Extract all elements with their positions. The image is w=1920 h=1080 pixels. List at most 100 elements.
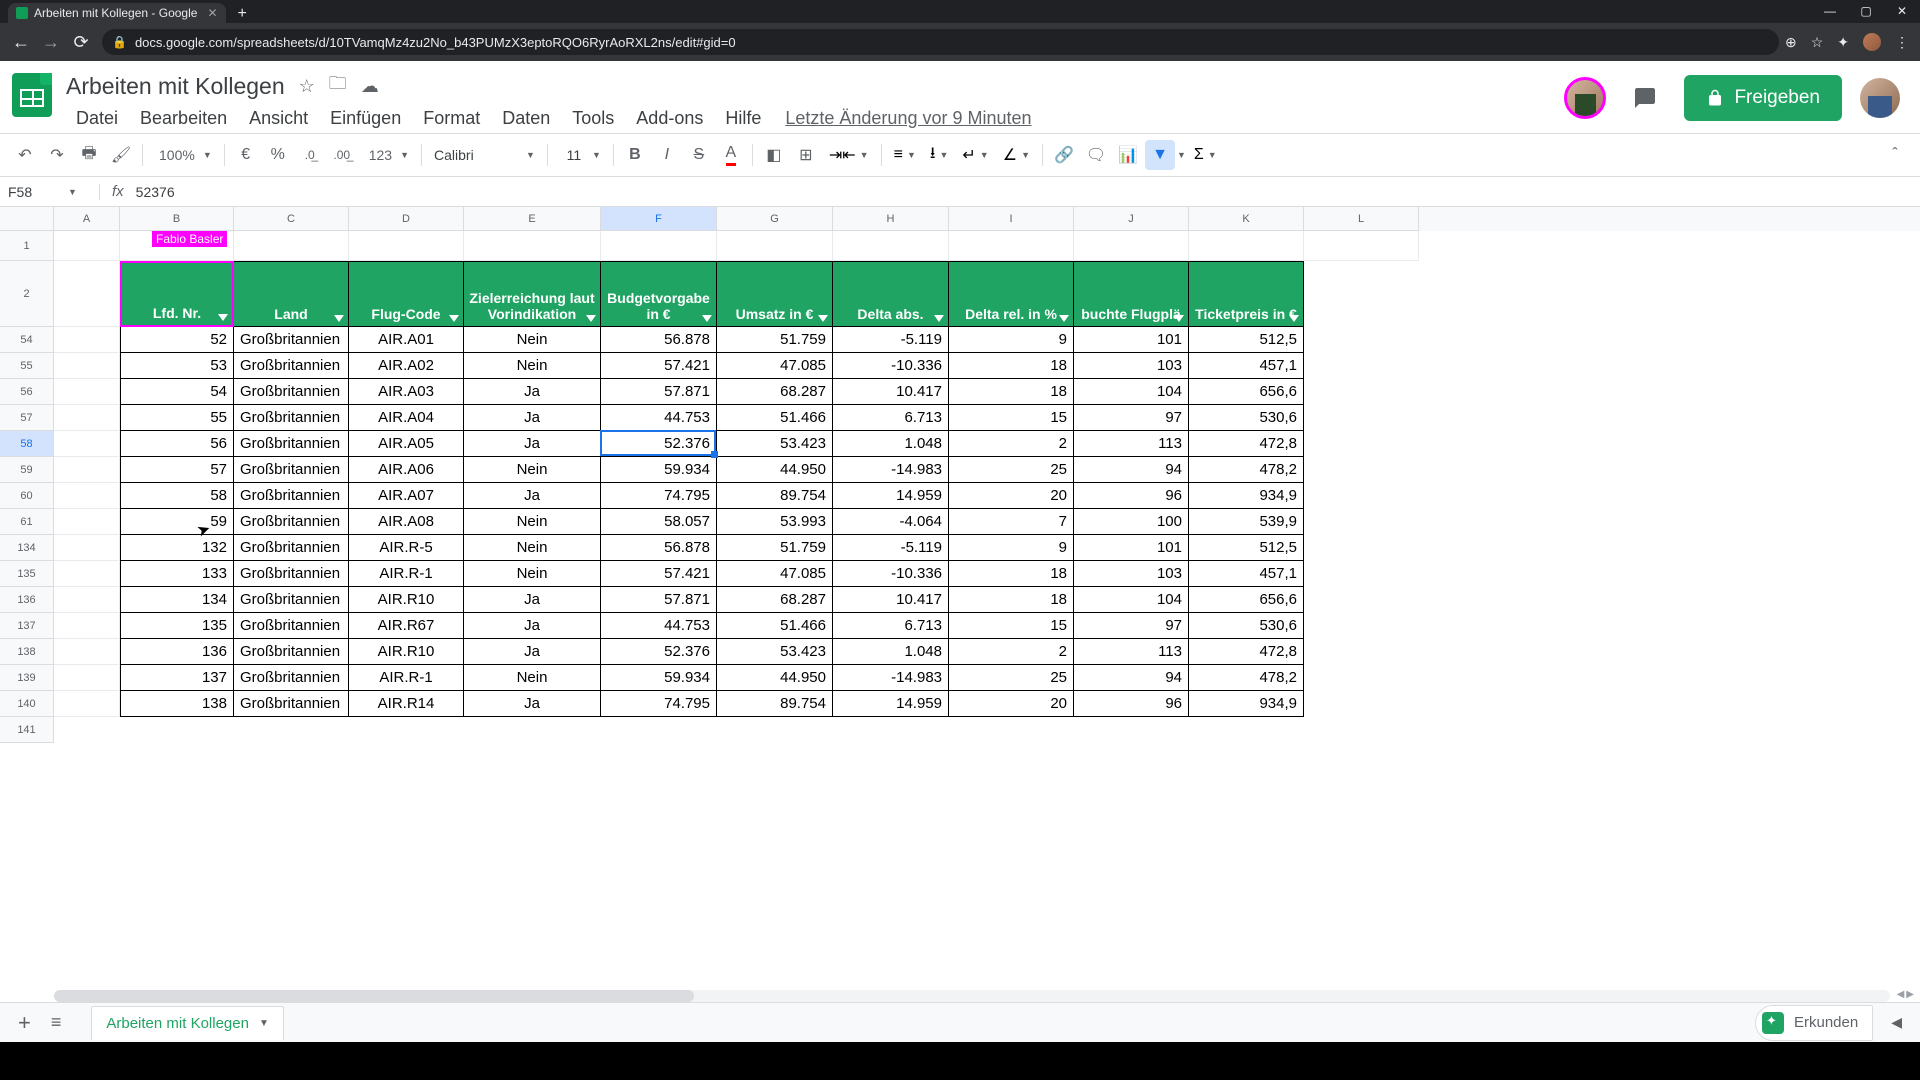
forward-button[interactable]: → xyxy=(36,32,66,53)
increase-decimal-button[interactable]: .00̲ xyxy=(327,140,357,170)
data-cell[interactable]: 89.754 xyxy=(717,691,833,717)
name-box[interactable]: ▼ xyxy=(0,184,100,200)
scroll-left-icon[interactable]: ◀ xyxy=(1897,989,1905,1000)
cell[interactable] xyxy=(54,431,120,457)
data-cell[interactable]: Ja xyxy=(464,613,601,639)
data-cell[interactable]: 656,6 xyxy=(1189,379,1304,405)
row-header-58[interactable]: 58 xyxy=(0,431,54,457)
col-header-B[interactable]: B xyxy=(120,207,234,231)
cell[interactable] xyxy=(54,353,120,379)
profile-avatar[interactable] xyxy=(1863,33,1881,51)
data-cell[interactable]: 132 xyxy=(120,535,234,561)
browser-tab[interactable]: Arbeiten mit Kollegen - Google ✕ xyxy=(8,3,226,23)
explore-button[interactable]: Erkunden xyxy=(1755,1005,1873,1041)
rotate-dropdown[interactable]: ∠▼ xyxy=(997,145,1036,165)
data-cell[interactable]: 18 xyxy=(949,587,1074,613)
data-cell[interactable]: 58.057 xyxy=(601,509,717,535)
cell[interactable] xyxy=(54,561,120,587)
cell[interactable] xyxy=(1304,231,1419,261)
undo-button[interactable]: ↶ xyxy=(10,140,40,170)
borders-button[interactable]: ⊞ xyxy=(791,140,821,170)
select-all-corner[interactable] xyxy=(0,207,54,231)
filter-icon[interactable] xyxy=(449,315,459,322)
spreadsheet-grid[interactable]: Fabio Basler ABCDEFGHIJKL 12545556575859… xyxy=(0,207,1920,897)
scroll-right-icon[interactable]: ▶ xyxy=(1906,989,1914,1000)
data-cell[interactable]: 57 xyxy=(120,457,234,483)
data-cell[interactable]: 54 xyxy=(120,379,234,405)
data-cell[interactable]: Großbritannien xyxy=(234,483,349,509)
chart-button[interactable]: 📊 xyxy=(1113,140,1143,170)
filter-icon[interactable] xyxy=(586,315,596,322)
data-cell[interactable]: 25 xyxy=(949,665,1074,691)
currency-button[interactable]: € xyxy=(231,140,261,170)
cell[interactable] xyxy=(54,261,120,327)
filter-icon[interactable] xyxy=(334,315,344,322)
wrap-dropdown[interactable]: ↵▼ xyxy=(956,145,994,165)
data-cell[interactable]: 1.048 xyxy=(833,639,949,665)
number-format-dropdown[interactable]: 123▼ xyxy=(359,147,415,163)
cloud-status-icon[interactable]: ☁ xyxy=(361,76,379,97)
data-cell[interactable]: Ja xyxy=(464,405,601,431)
data-cell[interactable]: Nein xyxy=(464,353,601,379)
data-cell[interactable]: 94 xyxy=(1074,457,1189,483)
star-icon[interactable]: ☆ xyxy=(299,76,315,97)
data-cell[interactable]: 934,9 xyxy=(1189,483,1304,509)
data-cell[interactable]: 101 xyxy=(1074,327,1189,353)
merge-dropdown[interactable]: ⇥⇤▼ xyxy=(823,145,875,165)
data-cell[interactable]: 44.950 xyxy=(717,665,833,691)
row-header-59[interactable]: 59 xyxy=(0,457,54,483)
col-header-H[interactable]: H xyxy=(833,207,949,231)
row-header-57[interactable]: 57 xyxy=(0,405,54,431)
filter-icon[interactable] xyxy=(1174,315,1184,322)
row-header-2[interactable]: 2 xyxy=(0,261,54,327)
col-header-G[interactable]: G xyxy=(717,207,833,231)
data-cell[interactable]: AIR.A06 xyxy=(349,457,464,483)
data-cell[interactable]: 53.423 xyxy=(717,639,833,665)
table-header-cell[interactable]: Delta rel. in % xyxy=(949,261,1074,327)
data-cell[interactable]: -10.336 xyxy=(833,561,949,587)
last-edit-link[interactable]: Letzte Änderung vor 9 Minuten xyxy=(785,108,1031,129)
data-cell[interactable]: Großbritannien xyxy=(234,691,349,717)
data-cell[interactable]: 55 xyxy=(120,405,234,431)
data-cell[interactable]: 68.287 xyxy=(717,587,833,613)
data-cell[interactable]: 2 xyxy=(949,639,1074,665)
reload-button[interactable]: ⟳ xyxy=(66,32,96,53)
comment-button[interactable]: 🗨 xyxy=(1081,140,1111,170)
add-sheet-button[interactable]: + xyxy=(18,1010,31,1036)
filter-button[interactable]: ▼ xyxy=(1145,140,1175,170)
filter-icon[interactable] xyxy=(1289,315,1299,322)
data-cell[interactable]: Großbritannien xyxy=(234,353,349,379)
cell[interactable] xyxy=(54,379,120,405)
table-header-cell[interactable]: Umsatz in € xyxy=(717,261,833,327)
data-cell[interactable]: 52.376 xyxy=(601,431,717,457)
zoom-dropdown[interactable]: 100%▼ xyxy=(149,147,218,163)
data-cell[interactable]: 113 xyxy=(1074,639,1189,665)
data-cell[interactable]: AIR.R-5 xyxy=(349,535,464,561)
all-sheets-button[interactable]: ≡ xyxy=(51,1012,62,1033)
url-input[interactable]: 🔒 docs.google.com/spreadsheets/d/10TVamq… xyxy=(102,29,1779,55)
data-cell[interactable]: 530,6 xyxy=(1189,613,1304,639)
close-tab-icon[interactable]: ✕ xyxy=(207,6,217,20)
data-cell[interactable]: 478,2 xyxy=(1189,457,1304,483)
row-header-60[interactable]: 60 xyxy=(0,483,54,509)
cell[interactable] xyxy=(717,231,833,261)
data-cell[interactable]: 53 xyxy=(120,353,234,379)
data-cell[interactable]: 74.795 xyxy=(601,691,717,717)
data-cell[interactable]: Nein xyxy=(464,665,601,691)
table-header-cell[interactable]: Budgetvorgabe in € xyxy=(601,261,717,327)
data-cell[interactable]: 137 xyxy=(120,665,234,691)
filter-icon[interactable] xyxy=(934,315,944,322)
data-cell[interactable]: 539,9 xyxy=(1189,509,1304,535)
data-cell[interactable]: AIR.A07 xyxy=(349,483,464,509)
data-cell[interactable]: 97 xyxy=(1074,405,1189,431)
row-header-54[interactable]: 54 xyxy=(0,327,54,353)
filter-icon[interactable] xyxy=(1059,315,1069,322)
functions-dropdown[interactable]: Σ▼ xyxy=(1188,146,1223,164)
menu-add-ons[interactable]: Add-ons xyxy=(626,104,713,133)
data-cell[interactable]: 20 xyxy=(949,691,1074,717)
data-cell[interactable]: 59.934 xyxy=(601,665,717,691)
move-icon[interactable]: 🗀 xyxy=(329,71,347,101)
data-cell[interactable]: 133 xyxy=(120,561,234,587)
data-cell[interactable]: 101 xyxy=(1074,535,1189,561)
data-cell[interactable]: Großbritannien xyxy=(234,509,349,535)
